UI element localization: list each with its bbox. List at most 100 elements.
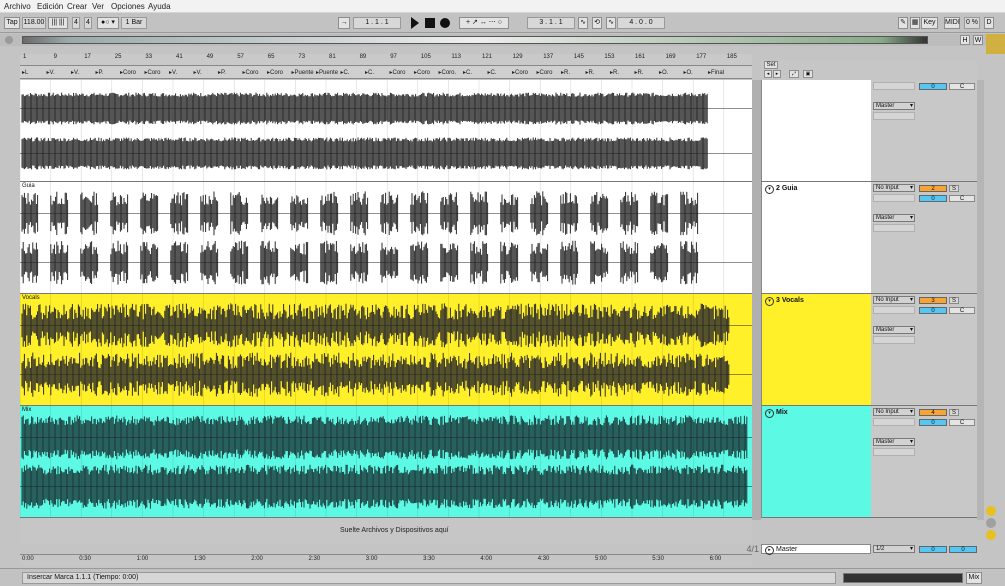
key-map-button[interactable]: Key — [921, 17, 938, 29]
track-lane-4[interactable]: Mix — [20, 406, 752, 518]
punch-out-icon[interactable]: ∿ — [606, 17, 616, 29]
bar-ruler[interactable]: 1 9 17 25 33 41 49 57 65 73 81 89 97 105 113 121 129 137 1… — [20, 54, 752, 66]
locator-marker[interactable]: ▸P. — [96, 69, 104, 76]
output-select[interactable]: Master — [873, 102, 915, 110]
record-icon[interactable] — [440, 18, 450, 28]
stop-icon[interactable] — [425, 18, 435, 28]
output-channel-slot[interactable] — [873, 224, 915, 232]
volume-field[interactable]: 0 — [919, 195, 947, 202]
locator-marker[interactable]: ▸Coro. — [439, 69, 457, 76]
pan-field[interactable]: C — [949, 195, 975, 202]
prev-locator-icon[interactable]: ◂ — [764, 70, 772, 78]
output-select[interactable]: Master — [873, 326, 915, 334]
locator-marker[interactable]: ▸Coro — [512, 69, 528, 76]
locator-marker[interactable]: ▸R. — [635, 69, 644, 76]
pan-field[interactable]: C — [949, 83, 975, 90]
output-channel-slot[interactable] — [873, 112, 915, 120]
locator-marker[interactable]: ▸P. — [218, 69, 226, 76]
locator-marker[interactable]: ▸C. — [463, 69, 472, 76]
locator-marker[interactable]: ▸Coro — [267, 69, 283, 76]
follow-icon[interactable]: → — [338, 17, 350, 29]
arrangement-overview[interactable]: H W — [0, 34, 1005, 46]
overview-w-button[interactable]: W — [973, 35, 983, 45]
menu-ver[interactable]: Ver — [92, 2, 104, 11]
locator-marker[interactable]: ▸Final — [708, 69, 724, 76]
fold-icon[interactable]: ▾ — [765, 297, 774, 306]
locator-marker[interactable]: ▸Coro — [537, 69, 553, 76]
nudge-buttons[interactable]: ||| ||| — [48, 17, 68, 29]
locator-marker[interactable]: ▸O. — [684, 69, 693, 76]
volume-field[interactable]: 0 — [919, 419, 947, 426]
pan-field[interactable]: C — [949, 307, 975, 314]
tempo-field[interactable]: 118.00 — [22, 17, 46, 29]
track-header-1[interactable] — [761, 80, 871, 182]
solo-button[interactable]: S — [949, 297, 959, 304]
clip-preview[interactable] — [843, 573, 963, 583]
track-lane-1[interactable] — [20, 80, 752, 182]
locator-marker[interactable]: ▸L — [22, 69, 28, 76]
mix-view-button[interactable]: Mix — [966, 572, 982, 584]
locator-marker[interactable]: ▸Puente — [292, 69, 314, 76]
loop-icon[interactable]: ⟲ — [592, 17, 602, 29]
output-select[interactable]: Master — [873, 214, 915, 222]
signature-numerator[interactable]: 4 — [72, 17, 80, 29]
track-lane-2[interactable]: Guia — [20, 182, 752, 294]
master-cue[interactable]: 0 — [949, 546, 977, 553]
locator-marker[interactable]: ▸C. — [341, 69, 350, 76]
tap-button[interactable]: Tap — [4, 17, 20, 29]
time-ruler[interactable]: 0:00 0:30 1:00 1:30 2:00 2:30 3:00 3:30 4:00 4:30… — [20, 554, 752, 566]
track-name[interactable]: 2 Guia — [776, 185, 797, 192]
locator-marker[interactable]: ▸V. — [47, 69, 55, 76]
locator-marker[interactable]: ▸Puente — [316, 69, 338, 76]
output-select[interactable]: Master — [873, 438, 915, 446]
menu-edicion[interactable]: Edición — [37, 2, 63, 11]
locator-marker[interactable]: ▸R. — [561, 69, 570, 76]
input-channel-slot[interactable] — [873, 194, 915, 202]
fold-icon[interactable]: ▾ — [765, 409, 774, 418]
output-channel-slot[interactable] — [873, 448, 915, 456]
locator-marker[interactable]: ▸Coro — [414, 69, 430, 76]
play-icon[interactable]: ▸ — [765, 546, 774, 555]
keyboard-icon[interactable]: ▦ — [910, 17, 920, 29]
input-select[interactable]: No Input — [873, 184, 915, 192]
drop-area[interactable]: Suelte Archivos y Dispositivos aquí — [20, 518, 752, 544]
automation-buttons[interactable]: + ↗ ↔ ⋯ ○ — [459, 17, 509, 29]
track-number-button[interactable]: 4 — [919, 409, 947, 416]
input-select[interactable]: No Input — [873, 408, 915, 416]
zoom-icon[interactable]: ⤢ — [789, 70, 799, 78]
fold-icon[interactable]: ▾ — [765, 185, 774, 194]
locator-marker[interactable]: ▸V. — [194, 69, 202, 76]
track-name[interactable]: Mix — [776, 409, 788, 416]
solo-button[interactable]: S — [949, 185, 959, 192]
locator-marker[interactable]: ▸Coro — [145, 69, 161, 76]
next-locator-icon[interactable]: ▸ — [773, 70, 781, 78]
menu-ayuda[interactable]: Ayuda — [148, 2, 171, 11]
signature-denominator[interactable]: 4 — [84, 17, 92, 29]
menu-crear[interactable]: Crear — [67, 2, 87, 11]
master-output-select[interactable]: 1/2 — [873, 545, 915, 553]
volume-field[interactable]: 0 — [919, 307, 947, 314]
locator-marker[interactable]: ▸Coro — [390, 69, 406, 76]
locator-marker[interactable]: ▸R. — [586, 69, 595, 76]
metronome-button[interactable]: ●○ ▾ — [97, 17, 119, 29]
master-header[interactable]: ▸ Master — [761, 544, 871, 555]
browser-toggle-icon[interactable] — [986, 34, 1005, 54]
locator-marker[interactable]: ▸V. — [71, 69, 79, 76]
song-position-field[interactable]: 1 . 1 . 1 — [353, 17, 401, 29]
overview-strip[interactable] — [22, 36, 928, 44]
locator-strip[interactable]: ▸L ▸V. ▸V. ▸P. ▸Coro ▸Coro ▸V. ▸V. ▸P. ▸Coro ▸Coro… — [20, 66, 752, 79]
locator-marker[interactable]: ▸Coro — [243, 69, 259, 76]
locator-marker[interactable]: ▸R. — [610, 69, 619, 76]
track-header-2[interactable]: ▾ 2 Guia — [761, 182, 871, 294]
overview-toggle-icon[interactable] — [5, 36, 13, 44]
menu-opciones[interactable]: Opciones — [111, 2, 145, 11]
punch-in-icon[interactable]: ∿ — [578, 17, 588, 29]
loop-length-field[interactable]: 4 . 0 . 0 — [617, 17, 665, 29]
track-name[interactable]: 3 Vocals — [776, 297, 804, 304]
track-header-3[interactable]: ▾ 3 Vocals — [761, 294, 871, 406]
midi-map-button[interactable]: MIDI — [944, 17, 960, 29]
track-header-4[interactable]: ▾ Mix — [761, 406, 871, 518]
play-icon[interactable] — [411, 17, 419, 29]
input-channel-slot[interactable] — [873, 306, 915, 314]
locator-marker[interactable]: ▸C. — [488, 69, 497, 76]
